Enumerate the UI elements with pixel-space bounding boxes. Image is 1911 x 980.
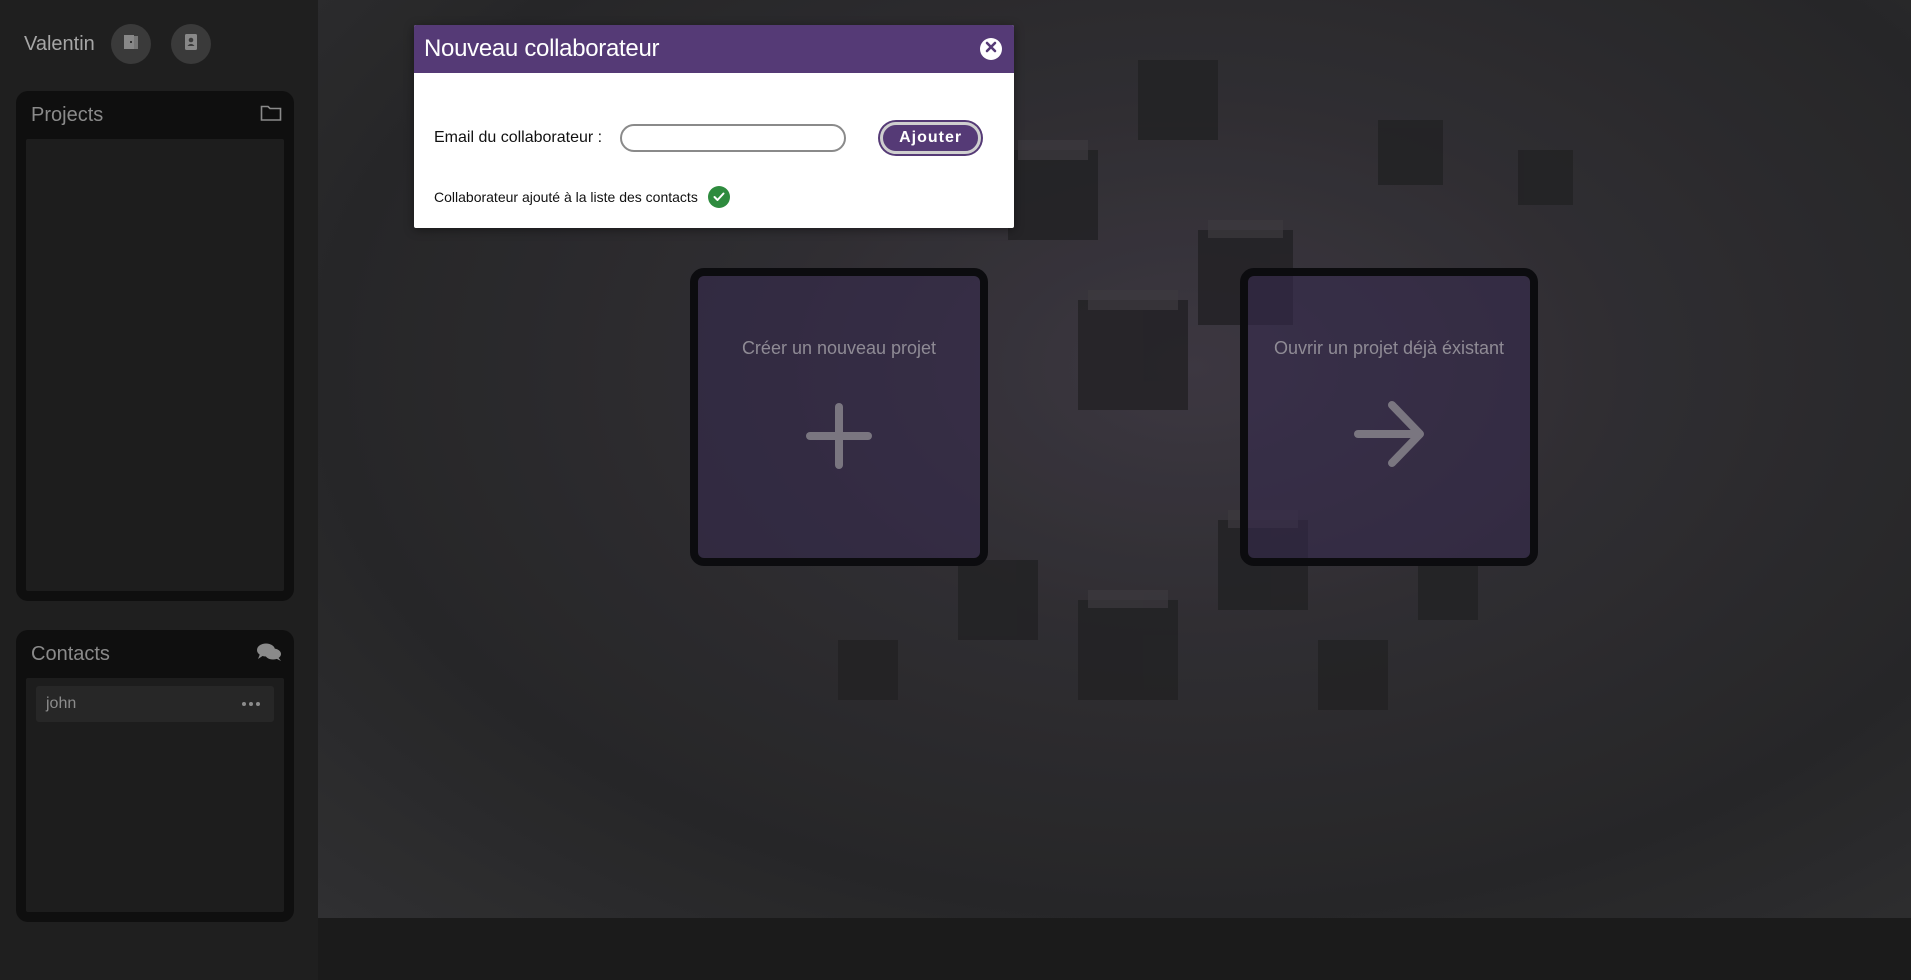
- list-item[interactable]: john: [36, 686, 274, 722]
- contacts-book-button[interactable]: [170, 24, 211, 64]
- contacts-list: john: [26, 678, 284, 912]
- modal-header: Nouveau collaborateur: [414, 25, 1014, 73]
- contacts-book-icon: [181, 32, 201, 57]
- contacts-panel: Contacts john: [16, 630, 294, 922]
- projects-title: Projects: [31, 103, 104, 126]
- close-button[interactable]: [980, 38, 1002, 60]
- chat-bubbles-icon[interactable]: [256, 642, 282, 667]
- open-project-card[interactable]: Ouvrir un projet déjà éxistant: [1240, 268, 1538, 566]
- email-label: Email du collaborateur :: [434, 129, 603, 146]
- email-form: Email du collaborateur : Ajouter: [434, 122, 982, 154]
- more-dots-icon[interactable]: [238, 698, 264, 710]
- folder-icon[interactable]: [260, 104, 282, 127]
- close-icon: [985, 40, 997, 58]
- create-project-card[interactable]: Créer un nouveau projet: [690, 268, 988, 566]
- open-project-label: Ouvrir un projet déjà éxistant: [1273, 338, 1505, 358]
- status-message: Collaborateur ajouté à la liste des cont…: [434, 189, 698, 205]
- add-button[interactable]: Ajouter: [880, 122, 982, 154]
- projects-list: [26, 139, 284, 591]
- create-project-label: Créer un nouveau projet: [741, 338, 937, 358]
- contacts-title: Contacts: [31, 642, 110, 665]
- user-name: Valentin: [24, 32, 95, 55]
- door-icon: [121, 32, 141, 57]
- check-circle-icon: [707, 186, 730, 208]
- status-message-row: Collaborateur ajouté à la liste des cont…: [434, 186, 730, 208]
- projects-panel: Projects: [16, 91, 294, 601]
- arrow-right-icon: [1352, 401, 1426, 472]
- plus-icon: [804, 401, 874, 476]
- contact-name: john: [46, 695, 77, 712]
- modal-title: Nouveau collaborateur: [424, 35, 660, 62]
- email-field[interactable]: [620, 124, 847, 152]
- user-row: Valentin: [24, 24, 231, 64]
- logout-button[interactable]: [110, 24, 151, 64]
- sidebar: Valentin Projects Contacts john: [0, 0, 318, 980]
- projects-header: Projects: [16, 91, 294, 139]
- contacts-header: Contacts: [16, 630, 294, 678]
- new-collaborator-modal: Nouveau collaborateur Email du collabora…: [414, 25, 1014, 228]
